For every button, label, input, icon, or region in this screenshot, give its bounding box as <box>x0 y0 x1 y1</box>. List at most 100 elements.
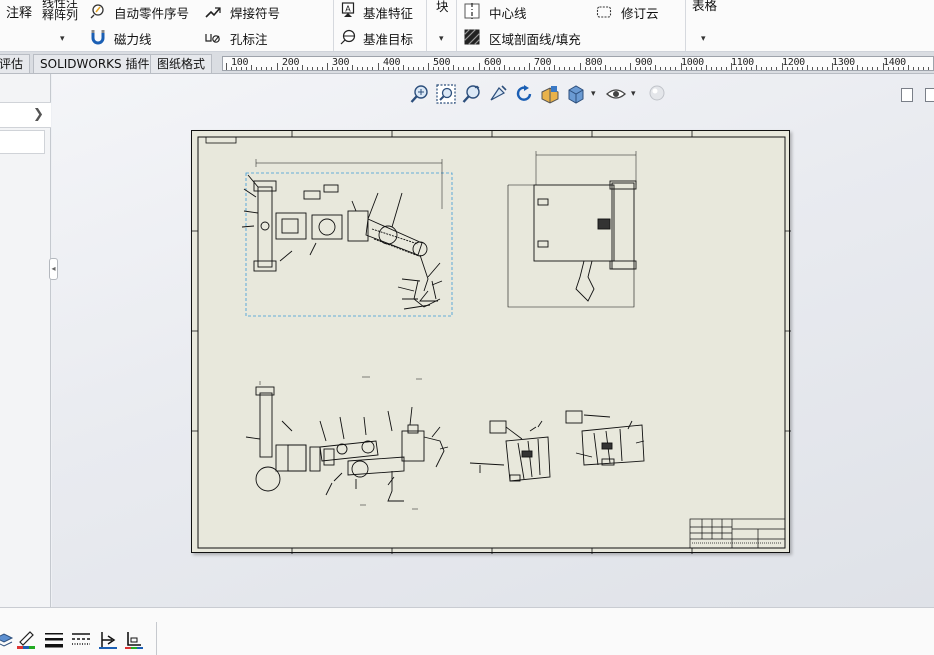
magnet-icon[interactable] <box>90 29 106 45</box>
svg-text:A: A <box>345 5 351 14</box>
ruler-tick <box>428 63 429 70</box>
chevron-down-icon[interactable]: ▾ <box>591 89 596 99</box>
datum-feature-icon[interactable]: A <box>340 2 356 18</box>
display-style-icon[interactable] <box>566 84 586 104</box>
ruler-tick <box>271 67 273 70</box>
ruler-tick <box>670 67 672 70</box>
ruler-tick <box>821 67 823 70</box>
chevron-down-icon[interactable]: ▾ <box>439 34 444 44</box>
ruler-tick <box>877 67 879 70</box>
ribbon-separator <box>685 0 686 51</box>
annotation-button[interactable]: 注释 <box>6 2 32 21</box>
inner-border <box>197 136 786 549</box>
blocks-button[interactable]: 块 <box>436 0 449 15</box>
ruler-tick <box>422 67 424 70</box>
linear-note-pattern-line2[interactable]: 释阵列 <box>42 9 78 21</box>
layer-icon[interactable] <box>0 630 14 650</box>
line-thickness-icon[interactable] <box>44 630 64 650</box>
section-view-icon[interactable] <box>540 84 560 104</box>
zone-ticks <box>192 131 791 554</box>
ruler-tick <box>917 67 919 70</box>
ruler-tick <box>301 65 303 70</box>
appearance-icon[interactable] <box>647 84 667 104</box>
magnetic-line-button[interactable]: 磁力线 <box>114 29 152 48</box>
ruler-tick <box>826 67 828 70</box>
ruler-tick <box>311 67 313 70</box>
tab-sheet-format[interactable]: 图纸格式 <box>150 54 213 73</box>
title-block <box>689 518 786 549</box>
revision-cloud-button[interactable]: 修订云 <box>621 3 659 22</box>
section-detail-2 <box>565 410 645 466</box>
ruler-tick <box>907 65 909 70</box>
previous-view-icon[interactable] <box>488 84 508 104</box>
ruler-tick <box>655 65 657 70</box>
ruler-tick <box>766 67 768 70</box>
ruler-tick <box>619 67 621 70</box>
zoom-in-out-icon[interactable] <box>462 84 482 104</box>
ruler-tick <box>660 67 662 70</box>
weld-symbol-icon[interactable] <box>205 4 221 20</box>
auto-balloon-icon[interactable] <box>90 3 106 19</box>
tab-label: 图纸格式 <box>157 57 206 71</box>
weld-symbol-button[interactable]: 焊接符号 <box>230 3 280 22</box>
ruler-tick <box>564 67 566 70</box>
revision-cloud-icon[interactable] <box>596 4 612 20</box>
horizontal-ruler: 100 200 300 400 500 600 700 800 900 1000… <box>222 56 934 71</box>
ruler-tick <box>523 67 525 70</box>
centerline-button[interactable]: 中心线 <box>489 3 527 22</box>
hide-show-edges-icon[interactable] <box>98 630 118 650</box>
ruler-label: 400 <box>383 57 401 68</box>
ruler-label: 1100 <box>731 57 754 68</box>
area-hatch-icon[interactable] <box>464 29 480 45</box>
hole-callout-icon[interactable] <box>205 30 221 46</box>
ruler-tick <box>630 63 631 70</box>
drawing-sheet[interactable] <box>191 130 791 554</box>
ruler-tick <box>725 67 727 70</box>
ruler-tick <box>352 65 354 70</box>
panel-toggle-icon[interactable] <box>925 88 934 102</box>
ruler-tick <box>872 67 874 70</box>
section-detail-1 <box>469 420 551 482</box>
ruler-tick <box>862 67 864 70</box>
sheet-drawing-svg <box>192 131 791 554</box>
ruler-tick <box>412 67 414 70</box>
line-color-icon[interactable] <box>16 630 36 650</box>
centerline-icon[interactable] <box>464 3 480 19</box>
ruler-tick <box>756 65 758 70</box>
ruler-tick <box>720 67 722 70</box>
hole-callout-button[interactable]: 孔标注 <box>230 29 268 48</box>
side-view <box>507 151 637 308</box>
line-style-icon[interactable] <box>71 630 91 650</box>
sheet-code-box <box>205 136 237 144</box>
ruler-tick <box>321 67 323 70</box>
tab-label: 评估 <box>0 57 24 71</box>
ruler-tick <box>357 67 359 70</box>
datum-feature-button[interactable]: 基准特征 <box>363 3 413 22</box>
ruler-tick <box>417 67 419 70</box>
datum-target-icon[interactable] <box>340 29 356 45</box>
ruler-tick <box>518 67 520 70</box>
tab-evaluate[interactable]: 评估 <box>0 54 31 73</box>
ruler-tick <box>927 67 929 70</box>
rotate-icon[interactable] <box>514 84 534 104</box>
chevron-down-icon[interactable]: ▾ <box>701 34 706 44</box>
zoom-to-fit-icon[interactable] <box>410 84 430 104</box>
zoom-area-icon[interactable] <box>436 84 456 104</box>
area-hatch-fill-button[interactable]: 区域剖面线/填充 <box>489 29 581 48</box>
panel-toggle-icon[interactable] <box>901 88 913 102</box>
chevron-down-icon[interactable]: ▾ <box>631 89 636 99</box>
tab-label: SOLIDWORKS 插件 <box>40 57 150 71</box>
tab-solidworks-addins[interactable]: SOLIDWORKS 插件 <box>33 54 157 73</box>
collapse-grip-icon[interactable]: ◂ <box>49 258 58 280</box>
hide-show-icon[interactable] <box>606 84 626 104</box>
color-display-icon[interactable] <box>124 630 144 650</box>
auto-balloon-button[interactable]: 自动零件序号 <box>114 3 189 22</box>
chevron-right-icon[interactable]: ❯ <box>33 107 44 122</box>
panel-filter-row[interactable] <box>0 130 45 154</box>
ruler-tick <box>614 67 616 70</box>
datum-target-button[interactable]: 基准目标 <box>363 29 413 48</box>
ruler-label: 800 <box>585 57 603 68</box>
chevron-down-icon[interactable]: ▾ <box>60 34 65 44</box>
feature-manager-panel: ❯ <box>0 74 51 607</box>
tables-button[interactable]: 表格 <box>692 0 717 14</box>
